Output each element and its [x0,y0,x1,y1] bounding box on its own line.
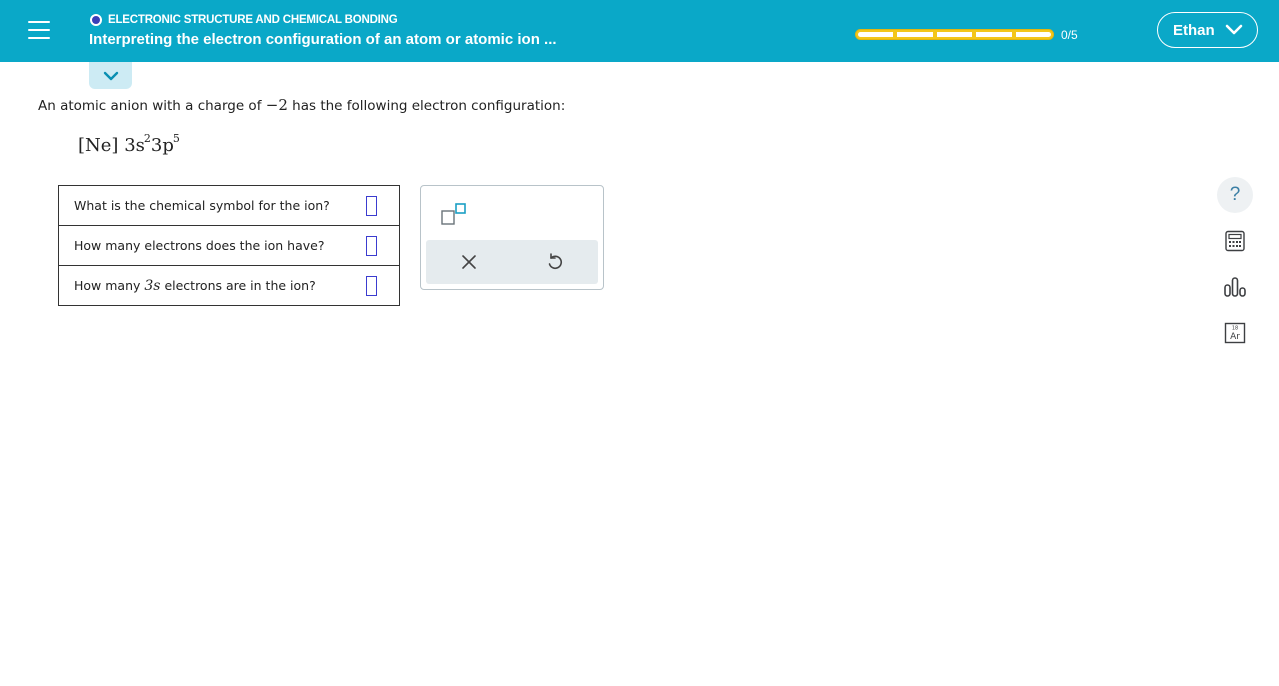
user-menu-button[interactable]: Ethan [1157,12,1258,48]
periodic-table-symbol: Ar [1230,332,1240,342]
periodic-table-number: 18 [1232,326,1238,332]
question-text: How many electrons does the ion have? [58,225,344,266]
orbital-3s: 3s [124,135,145,156]
data-button[interactable] [1217,269,1253,305]
orbital-label: 3s [144,277,161,294]
prompt-text-end: has the following electron configuration… [287,98,566,114]
answer-cell [343,185,400,226]
3s-electron-count-input[interactable] [365,275,377,296]
calculator-icon [1225,230,1245,252]
undo-icon[interactable] [545,252,565,272]
ion-charge: −2 [265,96,288,114]
side-toolbar: ? 18 Ar [1217,177,1253,361]
chemical-symbol-input[interactable] [365,195,377,216]
question-text-start: How many [74,277,145,293]
action-bar [426,240,598,284]
help-button[interactable]: ? [1217,177,1253,213]
orbital-3p: 3p [150,135,174,156]
question-prompt: An atomic anion with a charge of −2 has … [38,96,565,114]
x-icon[interactable] [460,253,478,271]
table-row: What is the chemical symbol for the ion? [58,185,400,226]
topic-status-dot [90,14,102,26]
top-bar: ELECTRONIC STRUCTURE AND CHEMICAL BONDIN… [0,0,1279,62]
chevron-down-icon [103,71,118,80]
orbital-3s-count: 2 [143,132,151,145]
superscript-box-icon[interactable] [440,202,470,226]
periodic-table-button[interactable]: 18 Ar [1217,315,1253,351]
topic-line: ELECTRONIC STRUCTURE AND CHEMICAL BONDIN… [90,13,398,27]
progress-bar [855,29,1054,40]
answer-tools-panel [420,185,604,290]
menu-icon[interactable] [28,21,50,39]
orbital-3p-count: 5 [172,132,180,145]
answer-cell [343,225,400,266]
question-table: What is the chemical symbol for the ion?… [58,185,400,306]
electron-count-input[interactable] [365,235,377,256]
question-text: What is the chemical symbol for the ion? [58,185,344,226]
table-row: How many electrons does the ion have? [58,225,400,266]
electron-configuration: [Ne] 3s23p5 [78,132,180,156]
lesson-title: Interpreting the electron configuration … [89,31,557,48]
user-name: Ethan [1173,21,1215,39]
progress-count: 0/5 [1061,28,1078,42]
prompt-text: An atomic anion with a charge of [38,98,266,114]
answer-cell [343,265,400,306]
collapse-header-button[interactable] [89,62,132,89]
noble-gas-core: [Ne] [78,135,119,156]
question-text: How many 3s electrons are in the ion? [58,265,344,306]
table-row: How many 3s electrons are in the ion? [58,265,400,306]
question-mark-icon: ? [1229,184,1241,205]
question-text-end: electrons are in the ion? [160,277,316,293]
calculator-button[interactable] [1217,223,1253,259]
chevron-down-icon [1225,24,1242,35]
bar-chart-icon [1224,277,1246,297]
periodic-table-icon: 18 Ar [1224,322,1246,344]
topic-name: ELECTRONIC STRUCTURE AND CHEMICAL BONDIN… [108,14,398,26]
